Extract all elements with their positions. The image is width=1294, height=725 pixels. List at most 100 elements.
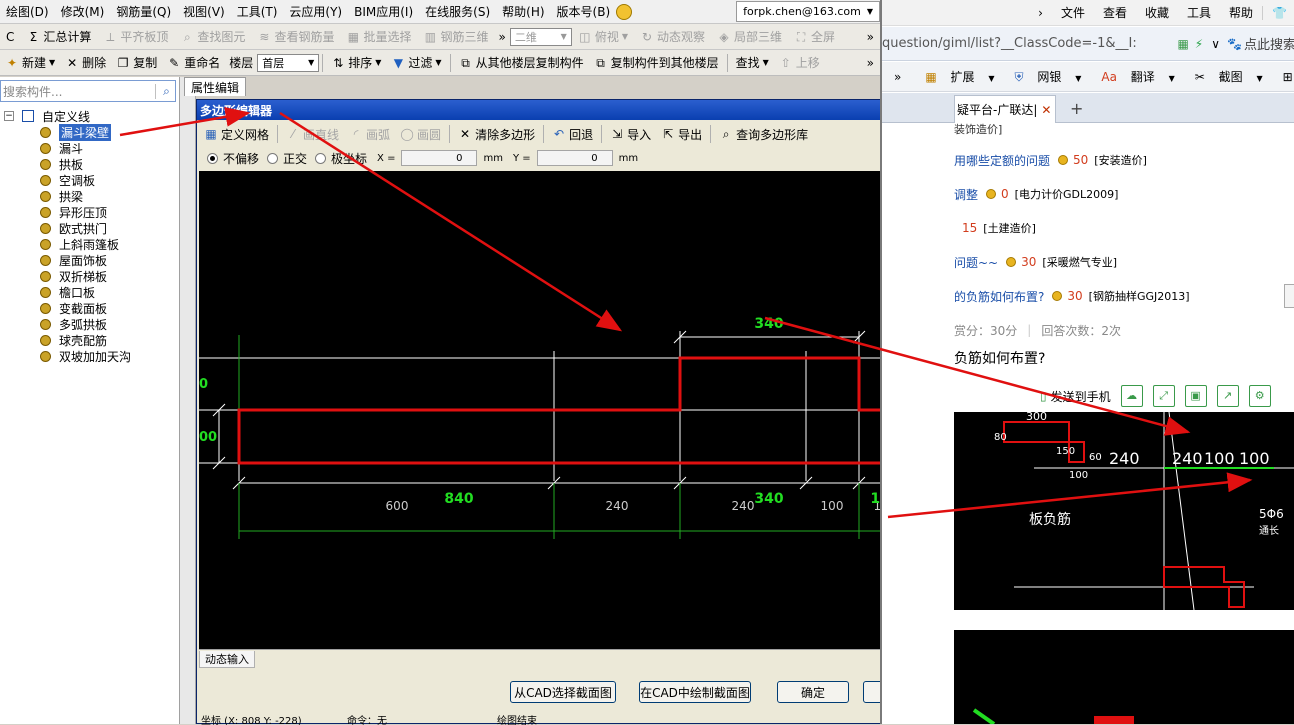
batch-select-button[interactable]: ▦ 批量选择 — [340, 28, 417, 45]
tree-item[interactable]: 异形压顶 — [0, 204, 180, 220]
more-chevron-icon[interactable]: » — [867, 56, 874, 70]
dialog-titlebar[interactable]: 多边形编辑器 × — [197, 100, 949, 120]
cloud-icon[interactable]: ☁ — [1120, 385, 1143, 407]
question-image[interactable]: 300 80 150 60 100 240 240 100 100 板负筋 5Φ… — [954, 412, 1294, 610]
x-input[interactable]: 0 — [401, 150, 478, 166]
tree-item[interactable]: 双折梯板 — [0, 268, 180, 284]
tree-item[interactable]: 球壳配筋 — [0, 332, 180, 348]
paw-icon[interactable]: 🐾 — [1225, 37, 1244, 51]
align-top-button[interactable]: ⟂ 平齐板顶 — [97, 28, 174, 45]
side-button[interactable] — [1284, 284, 1294, 308]
panel-splitter[interactable] — [180, 77, 196, 724]
tree-item[interactable]: 拱梁 — [0, 188, 180, 204]
clear-polygon-button[interactable]: ✕ 清除多边形 — [453, 126, 540, 143]
save-icon[interactable]: ▣ — [1184, 385, 1207, 407]
copy-to-floor-button[interactable]: ⧉ 复制构件到其他楼层 — [589, 54, 724, 71]
undo-button[interactable]: ↶ 回退 — [547, 126, 598, 143]
copy-button[interactable]: ❐ 复制 — [111, 54, 162, 71]
qr-icon[interactable]: ▦ — [1174, 37, 1191, 51]
question-tag[interactable]: [采暖燃气专业] — [1042, 254, 1117, 270]
browser-menu-file[interactable]: 文件 — [1052, 4, 1094, 21]
copy-from-floor-button[interactable]: ⧉ 从其他楼层复制构件 — [454, 54, 589, 71]
fullscreen-button[interactable]: ⛶ 全屏 — [788, 28, 841, 45]
question-tag[interactable]: [电力计价GDL2009] — [1015, 186, 1119, 202]
menu-view[interactable]: 视图(V) — [177, 3, 231, 20]
more-chevron-icon[interactable]: » — [498, 30, 505, 44]
collapse-icon[interactable]: − — [4, 111, 14, 121]
export-button[interactable]: ⇱ 导出 — [656, 126, 707, 143]
lightning-icon[interactable]: ⚡ — [1192, 37, 1206, 51]
more-chevron-icon[interactable]: » — [882, 70, 915, 84]
dynamic-observe-button[interactable]: ↻ 动态观察 — [634, 28, 711, 45]
component-search[interactable]: 搜索构件... ⌕ — [0, 80, 176, 102]
question-tag[interactable]: [安装造价] — [1094, 152, 1147, 168]
menu-help[interactable]: 帮助(H) — [496, 3, 550, 20]
question-row[interactable]: 调整 0 [电力计价GDL2009] — [954, 185, 1118, 203]
menu-modify[interactable]: 修改(M) — [55, 3, 111, 20]
new-tab-icon[interactable]: + — [1070, 99, 1083, 118]
chevron-down-icon[interactable]: ∨ — [1206, 37, 1225, 51]
tree-root[interactable]: − 自定义线 — [0, 108, 180, 124]
close-icon[interactable]: ✕ — [1041, 103, 1051, 117]
tree-item[interactable]: 变截面板 — [0, 300, 180, 316]
shirt-icon[interactable]: 👕 — [1262, 5, 1294, 20]
sort-button[interactable]: ⇅ 排序 ▼ — [326, 54, 386, 71]
search-icon[interactable]: ⌕ — [155, 83, 175, 99]
calc-c-button[interactable]: C — [0, 30, 20, 44]
gear-icon[interactable]: ⚙ — [1248, 385, 1271, 407]
menu-tools[interactable]: 工具(T) — [231, 3, 284, 20]
translate-button[interactable]: Aa 翻译 ▼ — [1091, 68, 1184, 85]
question-link[interactable]: 的负筋如何布置? — [954, 288, 1044, 305]
question-row[interactable]: 问题~~ 30 [采暖燃气专业] — [954, 253, 1117, 271]
question-tag[interactable]: [钢筋抽样GGJ2013] — [1089, 288, 1190, 304]
tree-item[interactable]: 欧式拱门 — [0, 220, 180, 236]
find-button[interactable]: 查找 ▼ — [731, 54, 774, 71]
draw-circle-button[interactable]: ◯ 画圆 — [395, 126, 446, 143]
view-rebar-qty-button[interactable]: ≋ 查看钢筋量 — [251, 28, 340, 45]
no-offset-radio[interactable] — [207, 152, 218, 164]
question-row[interactable]: 用哪些定额的问题 50 [安装造价] — [954, 151, 1147, 169]
url-search-placeholder[interactable]: 点此搜索 — [1244, 34, 1294, 53]
menu-cloud[interactable]: 云应用(Y) — [283, 3, 348, 20]
tree-item[interactable]: 拱板 — [0, 156, 180, 172]
y-input[interactable]: 0 — [536, 150, 613, 166]
query-polygon-lib-button[interactable]: ⌕ 查询多边形库 — [714, 126, 813, 143]
browser-menu-help[interactable]: 帮助 — [1220, 4, 1262, 21]
screenshot-button[interactable]: ✂ 截图 ▼ — [1185, 68, 1273, 85]
delete-button[interactable]: ✕ 删除 — [60, 54, 111, 71]
browser-menu-favorites[interactable]: 收藏 — [1136, 4, 1178, 21]
ok-button[interactable]: 确定 — [777, 681, 849, 703]
tree-item[interactable]: 漏斗梁壁 — [0, 123, 180, 141]
tree-item[interactable]: 空调板 — [0, 172, 180, 188]
browser-menu-view[interactable]: 查看 — [1094, 4, 1136, 21]
chevron-right-icon[interactable]: › — [1029, 6, 1052, 20]
url-field[interactable]: question/giml/list?__ClassCode=-1&__I: — [882, 36, 1174, 51]
tab-glodon-qa[interactable]: 疑平台-广联达| ✕ — [954, 95, 1056, 123]
import-button[interactable]: ⇲ 导入 — [605, 126, 656, 143]
tree-item[interactable]: 双坡加加天沟 — [0, 348, 180, 364]
menu-bim[interactable]: BIM应用(I) — [348, 3, 419, 20]
summary-calc-button[interactable]: Σ 汇总计算 — [20, 28, 97, 45]
tab-property-edit[interactable]: 属性编辑 — [184, 77, 246, 96]
define-grid-button[interactable]: ▦ 定义网格 — [199, 126, 274, 143]
send-to-phone-button[interactable]: 发送到手机 — [1051, 388, 1111, 405]
menu-rebar-qty[interactable]: 钢筋量(Q) — [110, 3, 177, 20]
tree-item[interactable]: 多弧拱板 — [0, 316, 180, 332]
question-row[interactable]: 的负筋如何布置? 30 [钢筋抽样GGJ2013] — [954, 287, 1190, 305]
question-row[interactable]: 15 [土建造价] — [954, 219, 1036, 237]
new-button[interactable]: ✦ 新建 ▼ — [0, 54, 60, 71]
menu-draw[interactable]: 绘图(D) — [0, 3, 55, 20]
rename-button[interactable]: ✎ 重命名 — [162, 54, 225, 71]
filter-button[interactable]: ▼ 过滤 ▼ — [386, 54, 446, 71]
question-image-2[interactable] — [954, 630, 1294, 724]
tree-item[interactable]: 檐口板 — [0, 284, 180, 300]
draw-arc-button[interactable]: ◜ 画弧 — [344, 126, 395, 143]
question-link[interactable]: 用哪些定额的问题 — [954, 152, 1050, 169]
question-link[interactable]: 调整 — [954, 186, 978, 203]
tree-item[interactable]: 漏斗 — [0, 140, 180, 156]
account-dropdown[interactable]: forpk.chen@163.com ▼ — [736, 1, 880, 22]
orthogonal-radio[interactable] — [267, 152, 279, 164]
extensions-button[interactable]: ▦ 扩展 ▼ — [915, 68, 1004, 85]
draw-line-button[interactable]: ⁄ 画直线 — [281, 126, 344, 143]
ebank-button[interactable]: ⛨ 网银 ▼ — [1005, 68, 1092, 85]
